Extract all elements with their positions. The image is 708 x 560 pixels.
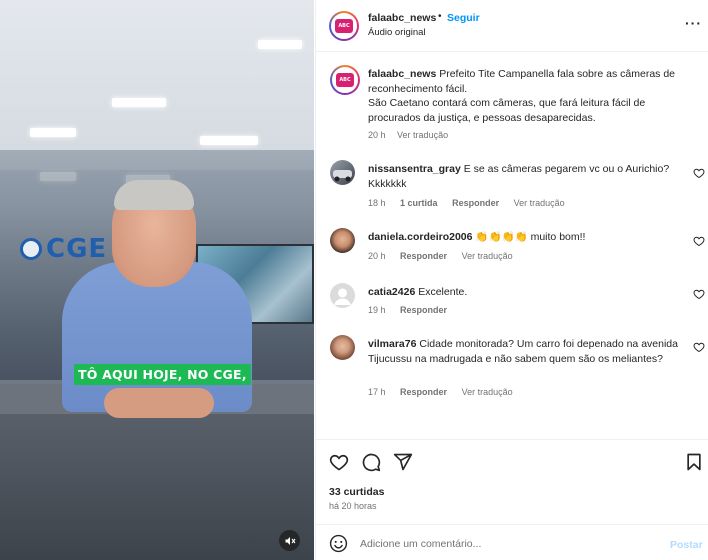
cge-logo-text: CGE: [46, 234, 108, 264]
share-icon[interactable]: [393, 452, 413, 472]
post-panel: ABC falaabc_news • Seguir Áudio original…: [315, 0, 708, 560]
caption-avatar[interactable]: ABC: [330, 65, 360, 95]
comment-avatar[interactable]: [330, 160, 355, 185]
ceiling-light: [258, 40, 302, 49]
video-subtitle: TÔ AQUI HOJE, NO CGE,: [74, 364, 251, 385]
comment-age[interactable]: 19 h: [368, 305, 386, 315]
comment-icon[interactable]: [361, 452, 381, 472]
default-user-icon: [334, 288, 351, 305]
translate-link[interactable]: Ver tradução: [462, 251, 513, 261]
avatar[interactable]: ABC: [329, 11, 359, 41]
comment-username[interactable]: catia2426: [368, 286, 415, 298]
comment-text: daniela.cordeiro2006 👏👏👏👏 muito bom!!: [368, 230, 678, 245]
comment-body: Excelente.: [415, 286, 468, 298]
comment-avatar[interactable]: [330, 335, 355, 360]
falaabc-logo-icon: ABC: [335, 19, 353, 33]
heart-icon[interactable]: [329, 452, 349, 472]
comments-list[interactable]: ABC falaabc_news Prefeito Tite Campanell…: [316, 53, 708, 439]
video-player[interactable]: CGE TÔ AQUI HOJE, NO CGE,: [0, 0, 314, 560]
caption-meta: 20 h Ver tradução: [368, 130, 457, 140]
caption-age[interactable]: 20 h: [368, 130, 386, 140]
comment-age[interactable]: 17 h: [368, 387, 386, 397]
comment-input[interactable]: [360, 534, 660, 554]
ceiling-light: [200, 136, 258, 145]
follow-button[interactable]: Seguir: [447, 12, 480, 24]
translate-link[interactable]: Ver tradução: [514, 198, 565, 208]
bookmark-icon[interactable]: [684, 452, 704, 472]
likes-count[interactable]: 33 curtidas: [329, 486, 384, 498]
comment-username[interactable]: nissansentra_gray: [368, 163, 461, 175]
emoji-icon[interactable]: [329, 534, 348, 553]
post-comment-button[interactable]: Postar: [670, 539, 703, 551]
add-comment-bar: Postar: [316, 524, 708, 560]
post-header: ABC falaabc_news • Seguir Áudio original…: [316, 0, 708, 52]
post-actions: 33 curtidas há 20 horas: [316, 439, 708, 523]
comment-username[interactable]: daniela.cordeiro2006: [368, 231, 472, 243]
like-comment-heart-icon[interactable]: [693, 235, 705, 247]
comment-meta: 19 h Responder: [368, 305, 459, 315]
caption-translate-link[interactable]: Ver tradução: [397, 130, 448, 140]
reply-button[interactable]: Responder: [452, 198, 499, 208]
comment-username[interactable]: vilmara76: [368, 338, 416, 350]
comment-avatar[interactable]: [330, 283, 355, 308]
more-options-icon[interactable]: ···: [685, 15, 702, 31]
comment-body: 👏👏👏👏 muito bom!!: [472, 231, 586, 243]
reply-button[interactable]: Responder: [400, 251, 447, 261]
caption-text: falaabc_news Prefeito Tite Campanella fa…: [368, 67, 698, 125]
comment-avatar[interactable]: [330, 228, 355, 253]
ceiling-light: [112, 98, 166, 107]
speaker-muted-icon[interactable]: [279, 530, 300, 551]
comment-meta: 18 h 1 curtida Responder Ver tradução: [368, 198, 577, 208]
like-comment-heart-icon[interactable]: [693, 341, 705, 353]
video-background-ceiling: [0, 0, 314, 170]
speaker-hands: [104, 388, 214, 418]
speaker-hair: [114, 180, 194, 210]
caption-username[interactable]: falaabc_news: [368, 68, 436, 80]
header-username[interactable]: falaabc_news: [368, 12, 436, 24]
comment-text: vilmara76 Cidade monitorada? Um carro fo…: [368, 337, 678, 366]
header-separator-dot: •: [438, 11, 442, 22]
comment-meta: 17 h Responder Ver tradução: [368, 387, 525, 397]
comment-meta: 20 h Responder Ver tradução: [368, 251, 525, 261]
comment-text: catia2426 Excelente.: [368, 285, 678, 300]
post-timestamp[interactable]: há 20 horas: [329, 501, 377, 511]
like-comment-heart-icon[interactable]: [693, 167, 705, 179]
like-comment-heart-icon[interactable]: [693, 288, 705, 300]
translate-link[interactable]: Ver tradução: [462, 387, 513, 397]
comment-likes[interactable]: 1 curtida: [400, 198, 438, 208]
reply-button[interactable]: Responder: [400, 387, 447, 397]
cge-logo: CGE: [20, 234, 107, 264]
reply-button[interactable]: Responder: [400, 305, 447, 315]
comment-age[interactable]: 20 h: [368, 251, 386, 261]
original-audio-link[interactable]: Áudio original: [368, 27, 426, 38]
comment-age[interactable]: 18 h: [368, 198, 386, 208]
falaabc-logo-icon: ABC: [336, 73, 354, 87]
ceiling-light: [30, 128, 76, 137]
cge-logo-mark: [20, 238, 42, 260]
comment-text: nissansentra_gray E se as câmeras pegare…: [368, 162, 678, 191]
